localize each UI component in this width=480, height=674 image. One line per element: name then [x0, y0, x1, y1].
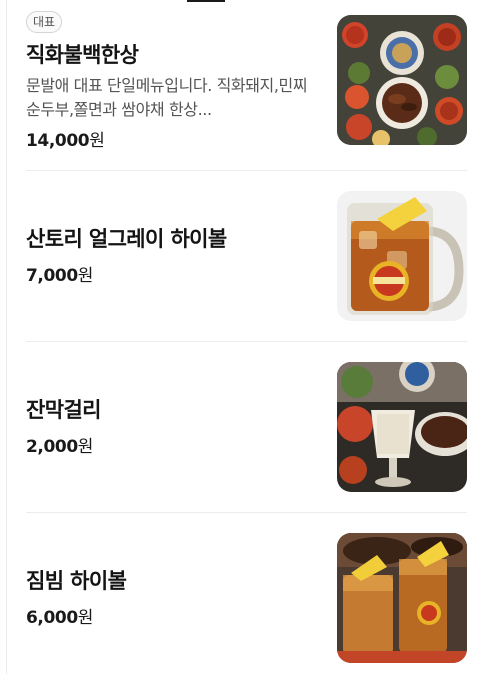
makgeolli-glass-photo[interactable]: [337, 362, 467, 492]
menu-list: 대표 직화불백한상 문발애 대표 단일메뉴입니다. 직화돼지,민찌순두부,쫄면과…: [26, 0, 467, 674]
menu-page: 대표 직화불백한상 문발애 대표 단일메뉴입니다. 직화돼지,민찌순두부,쫄면과…: [0, 0, 480, 674]
menu-item-name: 산토리 얼그레이 하이볼: [26, 227, 227, 251]
currency-unit: 원: [89, 131, 105, 151]
menu-item-3[interactable]: 잔막걸리 2,000원: [26, 342, 467, 513]
menu-item-price: 2,000원: [26, 432, 326, 457]
menu-item-text: 짐빔 하이볼 6,000원: [26, 565, 326, 628]
menu-item-price: 7,000원: [26, 261, 326, 286]
signature-badge: 대표: [26, 11, 63, 33]
menu-item-text: 잔막걸리 2,000원: [26, 394, 326, 457]
highball-glasses-photo[interactable]: [337, 533, 467, 663]
menu-item-1[interactable]: 대표 직화불백한상 문발애 대표 단일메뉴입니다. 직화돼지,민찌순두부,쫄면과…: [26, 0, 467, 171]
menu-item-name: 잔막걸리: [26, 398, 101, 422]
menu-item-2[interactable]: 산토리 얼그레이 하이볼 7,000원: [26, 171, 467, 342]
korean-table-set-photo[interactable]: [337, 15, 467, 145]
menu-item-4[interactable]: 짐빔 하이볼 6,000원: [26, 513, 467, 674]
currency-unit: 원: [77, 266, 94, 286]
highball-mug-photo[interactable]: [337, 191, 467, 321]
menu-item-price: 14,000원: [26, 126, 326, 151]
price-value: 7,000: [26, 266, 78, 286]
menu-item-name: 짐빔 하이볼: [26, 569, 127, 593]
price-value: 2,000: [26, 437, 78, 457]
menu-item-text: 산토리 얼그레이 하이볼 7,000원: [26, 223, 326, 286]
price-value: 6,000: [26, 608, 78, 628]
menu-item-description: 문발애 대표 단일메뉴입니다. 직화돼지,민찌순두부,쫄면과 쌈야채 한상...: [26, 76, 308, 119]
menu-item-text: 대표 직화불백한상 문발애 대표 단일메뉴입니다. 직화돼지,민찌순두부,쫄면과…: [26, 11, 326, 151]
menu-item-price: 6,000원: [26, 603, 326, 628]
menu-item-name: 직화불백한상: [26, 43, 139, 67]
currency-unit: 원: [77, 437, 94, 457]
left-divider: [6, 0, 7, 674]
currency-unit: 원: [77, 608, 94, 628]
price-value: 14,000: [26, 131, 90, 151]
